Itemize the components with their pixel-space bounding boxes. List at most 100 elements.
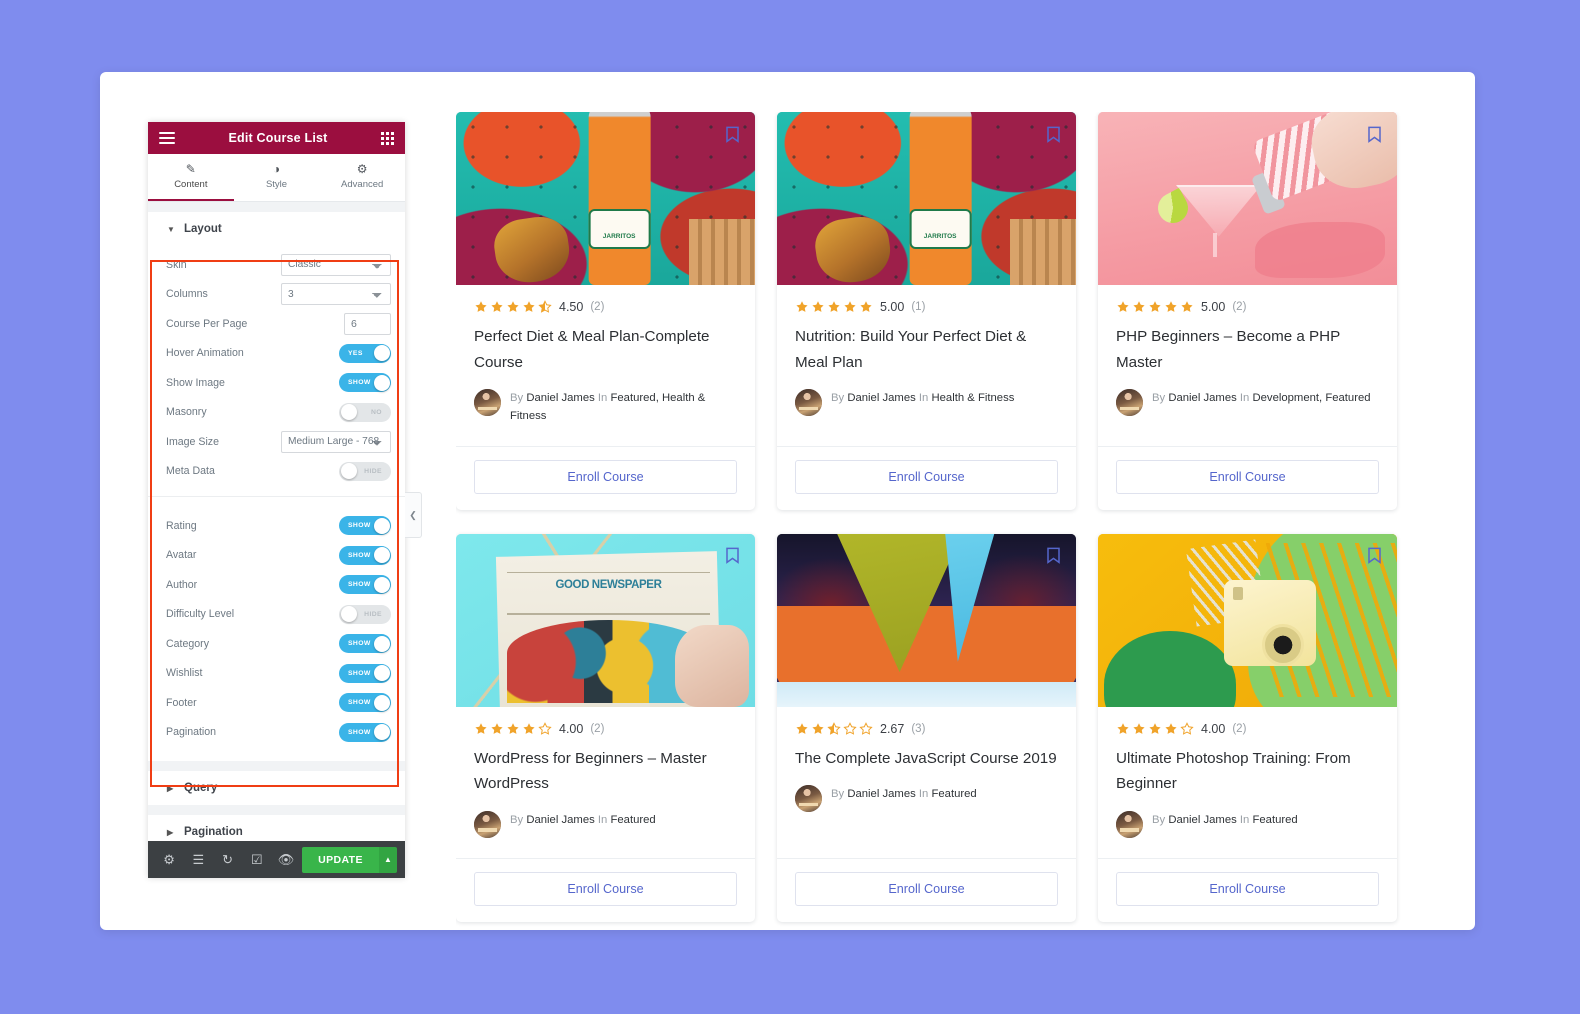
toggle-knob xyxy=(340,463,357,480)
toggle-rating[interactable]: SHOW xyxy=(339,516,391,536)
course-title[interactable]: Ultimate Photoshop Training: From Beginn… xyxy=(1116,746,1379,797)
course-author[interactable]: Daniel James xyxy=(847,788,915,800)
update-button[interactable]: UPDATE xyxy=(302,846,379,873)
tab-advanced-label: Advanced xyxy=(341,179,384,190)
section-header-query[interactable]: ▶ Query xyxy=(148,771,405,805)
course-categories[interactable]: Featured xyxy=(610,814,655,826)
course-card[interactable]: 2.67 (3) The Complete JavaScript Course … xyxy=(777,533,1076,922)
control-label-author: Author xyxy=(166,578,198,591)
course-card[interactable]: JARRITOS 5.00 (1) Nutrition: Build Your … xyxy=(777,112,1076,510)
course-author[interactable]: Daniel James xyxy=(526,392,594,404)
course-card[interactable]: JARRITOS 4.50 (2) Perfect Diet & Meal Pl… xyxy=(456,112,755,510)
course-thumbnail[interactable] xyxy=(777,533,1076,707)
course-thumbnail[interactable]: JARRITOS xyxy=(777,112,1076,285)
toggle-state-label: NO xyxy=(371,408,382,416)
enroll-course-button[interactable]: Enroll Course xyxy=(1116,871,1379,906)
toggle-footer[interactable]: SHOW xyxy=(339,693,391,713)
section-header-layout[interactable]: ▼ Layout xyxy=(148,212,405,246)
course-categories[interactable]: Featured xyxy=(1252,814,1297,826)
course-title[interactable]: Nutrition: Build Your Perfect Diet & Mea… xyxy=(795,324,1058,375)
bookmark-icon[interactable] xyxy=(721,545,743,567)
caret-right-icon: ▶ xyxy=(167,783,174,793)
course-categories[interactable]: Development, Featured xyxy=(1252,392,1370,404)
course-card-footer: Enroll Course xyxy=(777,445,1076,510)
section-layout-label: Layout xyxy=(184,223,222,235)
history-icon[interactable]: ↻ xyxy=(214,846,240,873)
select-image-size[interactable]: Thumbnail - 150Medium - 300Medium Large … xyxy=(281,430,391,453)
enroll-course-button[interactable]: Enroll Course xyxy=(474,871,737,906)
course-author[interactable]: Daniel James xyxy=(1168,814,1236,826)
enroll-course-button[interactable]: Enroll Course xyxy=(795,871,1058,906)
toggle-wishlist[interactable]: SHOW xyxy=(339,663,391,683)
course-categories[interactable]: Health & Fitness xyxy=(931,392,1014,404)
select-skin[interactable]: ClassicCardFull Content xyxy=(281,253,391,276)
course-card-body: 4.00 (2) WordPress for Beginners – Maste… xyxy=(456,707,755,858)
bookmark-icon[interactable] xyxy=(1042,545,1064,567)
preview-icon[interactable]: 👁 xyxy=(273,846,299,873)
enroll-course-button[interactable]: Enroll Course xyxy=(795,459,1058,494)
course-meta: By Daniel James In Development, Featured xyxy=(1116,389,1379,430)
course-thumbnail[interactable]: JARRITOS xyxy=(456,112,755,285)
bookmark-icon[interactable] xyxy=(1363,123,1385,145)
toggle-knob xyxy=(373,547,390,564)
section-header-pagination[interactable]: ▶ Pagination xyxy=(148,815,405,841)
course-author[interactable]: Daniel James xyxy=(847,392,915,404)
course-author[interactable]: Daniel James xyxy=(526,814,594,826)
grid-icon[interactable] xyxy=(381,131,394,145)
course-list-preview: JARRITOS 4.50 (2) Perfect Diet & Meal Pl… xyxy=(456,112,1431,930)
toggle-knob xyxy=(373,665,390,682)
input-course-per-page[interactable] xyxy=(344,312,391,335)
toggle-masonry[interactable]: NO xyxy=(339,402,391,422)
toggle-pagination[interactable]: SHOW xyxy=(339,722,391,742)
course-card[interactable]: GOOD NEWSPAPER 4.00 (2) WordPress for Be… xyxy=(456,533,755,922)
course-title[interactable]: Perfect Diet & Meal Plan-Complete Course xyxy=(474,324,737,375)
settings-icon[interactable]: ⚙ xyxy=(156,846,182,873)
control-label-avatar: Avatar xyxy=(166,549,197,562)
tab-content[interactable]: ✎ Content xyxy=(148,154,234,201)
course-card[interactable]: 5.00 (2) PHP Beginners – Become a PHP Ma… xyxy=(1098,112,1397,510)
toggle-state-label: SHOW xyxy=(348,379,371,387)
enroll-course-button[interactable]: Enroll Course xyxy=(1116,459,1379,494)
course-author[interactable]: Daniel James xyxy=(1168,392,1236,404)
course-meta-text: By Daniel James In Health & Fitness xyxy=(831,389,1014,407)
course-title[interactable]: The Complete JavaScript Course 2019 xyxy=(795,746,1058,772)
enroll-course-button[interactable]: Enroll Course xyxy=(474,459,737,494)
toggle-hover-animation[interactable]: YES xyxy=(339,343,391,363)
tab-advanced[interactable]: ⚙ Advanced xyxy=(319,154,405,201)
bookmark-icon[interactable] xyxy=(1363,545,1385,567)
hamburger-icon[interactable] xyxy=(159,131,175,145)
toggle-show-image[interactable]: SHOW xyxy=(339,373,391,393)
panel-scroll-area[interactable]: ▼ Layout Skin ClassicCardFull Content Colu… xyxy=(148,202,405,841)
control-label-meta-data: Meta Data xyxy=(166,465,215,478)
select-columns[interactable]: 123456 xyxy=(281,283,391,306)
course-title[interactable]: PHP Beginners – Become a PHP Master xyxy=(1116,324,1379,375)
course-card[interactable]: 4.00 (2) Ultimate Photoshop Training: Fr… xyxy=(1098,533,1397,922)
chevron-up-icon[interactable]: ▲ xyxy=(378,846,398,873)
avatar xyxy=(1116,810,1143,838)
course-meta-text: By Daniel James In Featured xyxy=(831,785,977,803)
course-thumbnail-image xyxy=(1098,533,1397,707)
course-title[interactable]: WordPress for Beginners – Master WordPre… xyxy=(474,746,737,797)
in-label: In xyxy=(918,788,929,801)
course-thumbnail[interactable] xyxy=(1098,112,1397,285)
bottle-label: JARRITOS xyxy=(588,208,651,249)
toggle-category[interactable]: SHOW xyxy=(339,634,391,654)
course-categories[interactable]: Featured xyxy=(931,788,976,800)
bookmark-icon[interactable] xyxy=(721,123,743,145)
layers-icon[interactable]: ☰ xyxy=(185,846,211,873)
toggle-difficulty-level[interactable]: HIDE xyxy=(339,604,391,624)
in-label: In xyxy=(918,392,929,405)
tab-style[interactable]: ◑ Style xyxy=(234,154,320,201)
course-meta: By Daniel James In Featured, Health & Fi… xyxy=(474,389,737,440)
panel-tabs: ✎ Content ◑ Style ⚙ Advanced xyxy=(148,154,405,202)
panel-collapse-handle[interactable]: ❮ xyxy=(405,492,422,538)
toggle-author[interactable]: SHOW xyxy=(339,575,391,595)
course-thumbnail[interactable]: GOOD NEWSPAPER xyxy=(456,533,755,707)
responsive-icon[interactable]: ☑ xyxy=(244,846,270,873)
toggle-meta-data[interactable]: HIDE xyxy=(339,461,391,481)
toggle-avatar[interactable]: SHOW xyxy=(339,545,391,565)
course-thumbnail[interactable] xyxy=(1098,533,1397,707)
bookmark-icon[interactable] xyxy=(1042,123,1064,145)
toggle-state-label: HIDE xyxy=(364,467,382,475)
course-meta: By Daniel James In Featured xyxy=(474,810,737,852)
